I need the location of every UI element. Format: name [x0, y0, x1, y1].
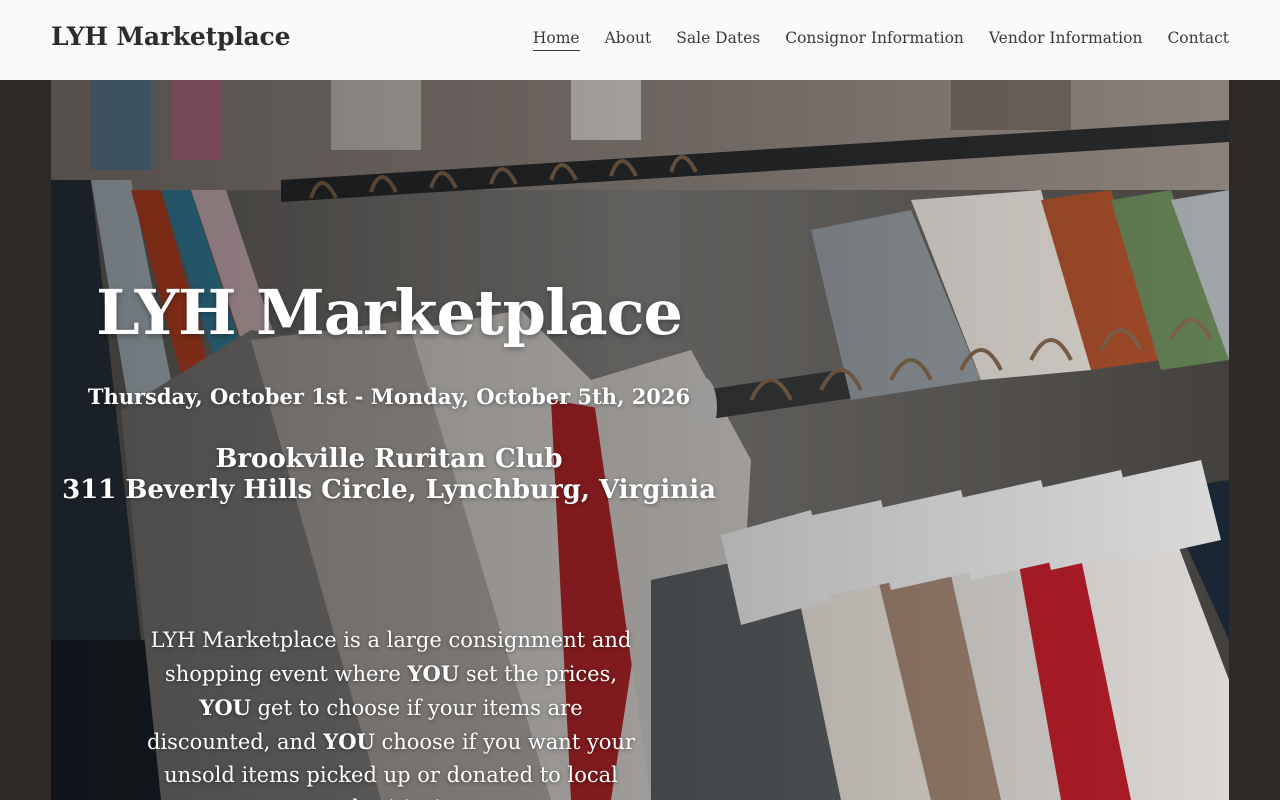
event-description: LYH Marketplace is a large consignment a…: [141, 624, 641, 800]
hero-title: LYH Marketplace: [96, 276, 683, 349]
nav-contact[interactable]: Contact: [1167, 29, 1229, 51]
event-venue: Brookville Ruritan Club 311 Beverly Hill…: [51, 444, 727, 506]
description-text-2: set the prices,: [459, 662, 618, 686]
description-emphasis-2: YOU: [199, 695, 251, 720]
description-emphasis-1: YOU: [407, 661, 460, 686]
nav-vendor-information[interactable]: Vendor Information: [989, 29, 1143, 51]
venue-address: 311 Beverly Hills Circle, Lynchburg, Vir…: [62, 475, 716, 505]
nav-about[interactable]: About: [605, 29, 652, 51]
main-nav: Home About Sale Dates Consignor Informat…: [532, 29, 1229, 51]
nav-consignor-information[interactable]: Consignor Information: [785, 29, 964, 51]
nav-sale-dates[interactable]: Sale Dates: [676, 29, 760, 51]
nav-home[interactable]: Home: [532, 29, 580, 51]
event-dates: Thursday, October 1st - Monday, October …: [87, 384, 691, 409]
site-logo[interactable]: LYH Marketplace: [51, 22, 290, 51]
site-header: LYH Marketplace Home About Sale Dates Co…: [0, 0, 1280, 80]
venue-name: Brookville Ruritan Club: [215, 444, 563, 474]
description-emphasis-3: YOU: [323, 729, 375, 754]
hero-section: LYH Marketplace Thursday, October 1st - …: [51, 80, 1229, 800]
